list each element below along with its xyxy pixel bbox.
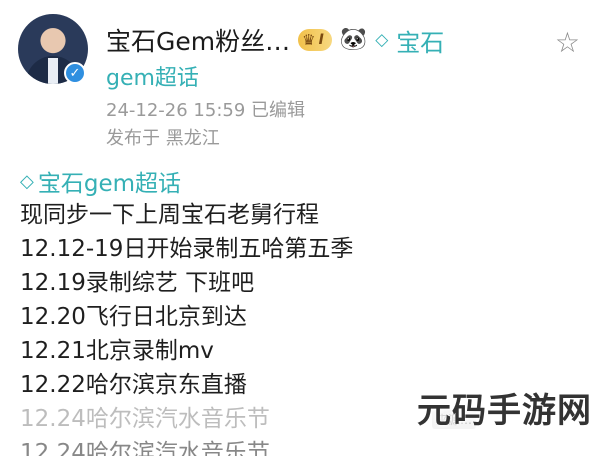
diamond-icon: ◇ — [20, 170, 34, 192]
diamond-icon: ◇ — [375, 30, 389, 50]
verified-check-icon: ✓ — [64, 62, 86, 84]
content-topic-link[interactable]: ◇ 宝石gem超话 — [20, 164, 580, 198]
post-line: 现同步一下上周宝石老舅行程 — [20, 202, 319, 228]
name-row: 宝石Gem粉丝… ♛ I 🐼 ◇ 宝石 — [106, 22, 444, 58]
post-line: 12.12-19日开始录制五哈第五季 — [20, 236, 354, 262]
topic-tag[interactable]: 宝石 — [396, 23, 444, 58]
post-line: 12.21北京录制mv — [20, 338, 214, 364]
post-line: 12.20飞行日北京到达 — [20, 304, 247, 330]
content-topic-text: 宝石gem超话 — [37, 171, 181, 197]
post-time: 24-12-26 15:59 已编辑 — [106, 100, 306, 121]
post-line: 12.19录制综艺 下班吧 — [20, 270, 255, 296]
post-line-cut: 12.24哈尔滨汽水音乐节 — [20, 440, 270, 456]
post-location: 发布于 黑龙江 — [106, 128, 220, 149]
fan-level: I — [318, 32, 324, 48]
user-name[interactable]: 宝石Gem粉丝… — [106, 22, 290, 58]
crown-icon: ♛ — [302, 31, 316, 49]
panda-icon: 🐼 — [339, 27, 368, 52]
supertopic-link[interactable]: gem超话 — [106, 60, 199, 92]
star-outline-icon[interactable]: ☆ — [555, 26, 580, 59]
site-watermark: 元码手游网 — [417, 391, 592, 431]
avatar-shirt — [48, 58, 58, 84]
fan-level-badge[interactable]: ♛ I — [298, 29, 332, 51]
